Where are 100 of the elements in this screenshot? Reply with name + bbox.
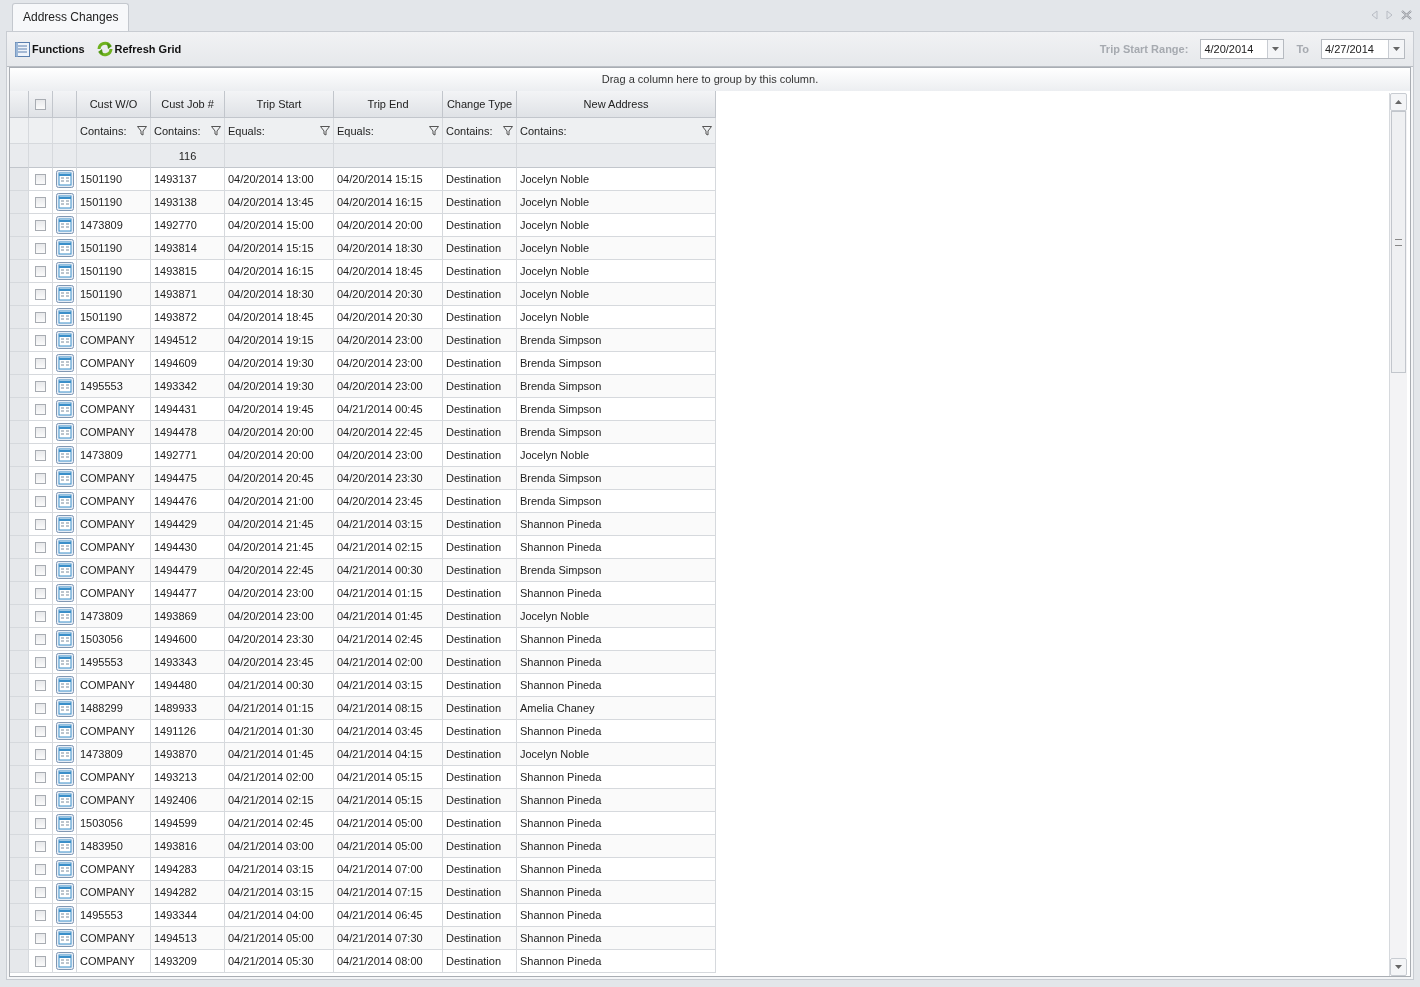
row-header-cell[interactable] [10, 237, 29, 260]
row-checkbox[interactable] [35, 196, 46, 208]
row-header-cell[interactable] [10, 674, 29, 697]
row-checkbox[interactable] [35, 771, 46, 783]
filter-operator[interactable]: Contains: [520, 124, 567, 137]
row-header-cell[interactable] [10, 743, 29, 766]
row-checkbox[interactable] [35, 219, 46, 231]
row-checkbox[interactable] [35, 426, 46, 438]
row-checkbox[interactable] [35, 909, 46, 921]
row-header-cell[interactable] [10, 628, 29, 651]
scrollbar-thumb[interactable] [1391, 111, 1406, 373]
row-header-cell[interactable] [10, 766, 29, 789]
row-checkbox[interactable] [35, 357, 46, 369]
row-checkbox[interactable] [35, 288, 46, 300]
row-checkbox[interactable] [35, 702, 46, 714]
row-header-cell[interactable] [10, 927, 29, 950]
row-header-cell[interactable] [10, 720, 29, 743]
row-header-cell[interactable] [10, 881, 29, 904]
document-tab[interactable]: Address Changes [12, 3, 130, 31]
row-checkbox[interactable] [35, 564, 46, 576]
column-header[interactable]: Change Type [443, 91, 517, 118]
row-checkbox[interactable] [35, 840, 46, 852]
row-checkbox[interactable] [35, 518, 46, 530]
row-checkbox[interactable] [35, 633, 46, 645]
filter-icon[interactable] [137, 125, 147, 136]
row-checkbox[interactable] [35, 403, 46, 415]
row-header-cell[interactable] [10, 582, 29, 605]
row-header-cell[interactable] [10, 651, 29, 674]
row-checkbox[interactable] [35, 886, 46, 898]
row-checkbox[interactable] [35, 610, 46, 622]
row-checkbox[interactable] [35, 334, 46, 346]
row-header-cell[interactable] [10, 444, 29, 467]
row-checkbox[interactable] [35, 311, 46, 323]
functions-button[interactable]: Functions [15, 41, 85, 57]
row-checkbox[interactable] [35, 817, 46, 829]
row-checkbox[interactable] [35, 794, 46, 806]
row-checkbox[interactable] [35, 472, 46, 484]
filter-icon[interactable] [211, 125, 221, 136]
row-checkbox[interactable] [35, 656, 46, 668]
close-icon[interactable] [1401, 10, 1412, 20]
column-header[interactable]: Trip End [334, 91, 443, 118]
scroll-down-button[interactable] [1390, 958, 1407, 976]
row-checkbox[interactable] [35, 380, 46, 392]
row-header-cell[interactable] [10, 605, 29, 628]
select-all-checkbox[interactable] [35, 98, 46, 110]
row-checkbox[interactable] [35, 587, 46, 599]
row-header-cell[interactable] [10, 513, 29, 536]
row-checkbox[interactable] [35, 932, 46, 944]
row-checkbox[interactable] [35, 541, 46, 553]
filter-icon[interactable] [503, 125, 513, 136]
filter-icon[interactable] [320, 125, 330, 136]
column-header[interactable]: Cust W/O [77, 91, 151, 118]
filter-icon[interactable] [429, 125, 439, 136]
row-checkbox[interactable] [35, 495, 46, 507]
row-header-cell[interactable] [10, 697, 29, 720]
row-checkbox[interactable] [35, 242, 46, 254]
filter-operator[interactable]: Contains: [80, 124, 127, 137]
next-icon[interactable] [1386, 10, 1393, 20]
row-header-cell[interactable] [10, 421, 29, 444]
previous-icon[interactable] [1371, 10, 1378, 20]
row-header-cell[interactable] [10, 306, 29, 329]
row-header-cell[interactable] [10, 329, 29, 352]
row-header-cell[interactable] [10, 375, 29, 398]
row-header-cell[interactable] [10, 168, 29, 191]
filter-operator[interactable]: Contains: [154, 124, 201, 137]
filter-operator[interactable]: Equals: [337, 124, 374, 137]
filter-operator[interactable]: Contains: [446, 124, 493, 137]
column-header[interactable]: Cust Job # [151, 91, 225, 118]
row-checkbox[interactable] [35, 449, 46, 461]
row-header-cell[interactable] [10, 467, 29, 490]
row-header-cell[interactable] [10, 950, 29, 973]
row-header-cell[interactable] [10, 352, 29, 375]
row-checkbox[interactable] [35, 679, 46, 691]
row-checkbox[interactable] [35, 265, 46, 277]
filter-icon[interactable] [702, 125, 712, 136]
row-checkbox[interactable] [35, 725, 46, 737]
row-header-cell[interactable] [10, 191, 29, 214]
row-header-cell[interactable] [10, 789, 29, 812]
start-date-field[interactable]: 4/20/2014 [1200, 39, 1285, 59]
row-header-cell[interactable] [10, 858, 29, 881]
row-checkbox[interactable] [35, 863, 46, 875]
row-header-cell[interactable] [10, 835, 29, 858]
row-header-cell[interactable] [10, 812, 29, 835]
end-date-field[interactable]: 4/27/2014 [1321, 39, 1405, 59]
row-header-cell[interactable] [10, 490, 29, 513]
row-checkbox[interactable] [35, 173, 46, 185]
row-header-cell[interactable] [10, 283, 29, 306]
row-checkbox[interactable] [35, 748, 46, 760]
row-header-cell[interactable] [10, 559, 29, 582]
row-checkbox[interactable] [35, 955, 46, 967]
row-header-cell[interactable] [10, 260, 29, 283]
refresh-grid-button[interactable]: Refresh Grid [96, 41, 182, 57]
row-header-cell[interactable] [10, 536, 29, 559]
scroll-up-button[interactable] [1390, 93, 1407, 111]
row-header-cell[interactable] [10, 398, 29, 421]
column-header[interactable]: Trip Start [225, 91, 334, 118]
row-header-cell[interactable] [10, 214, 29, 237]
column-header[interactable]: New Address [517, 91, 716, 118]
filter-operator[interactable]: Equals: [228, 124, 265, 137]
row-header-cell[interactable] [10, 904, 29, 927]
